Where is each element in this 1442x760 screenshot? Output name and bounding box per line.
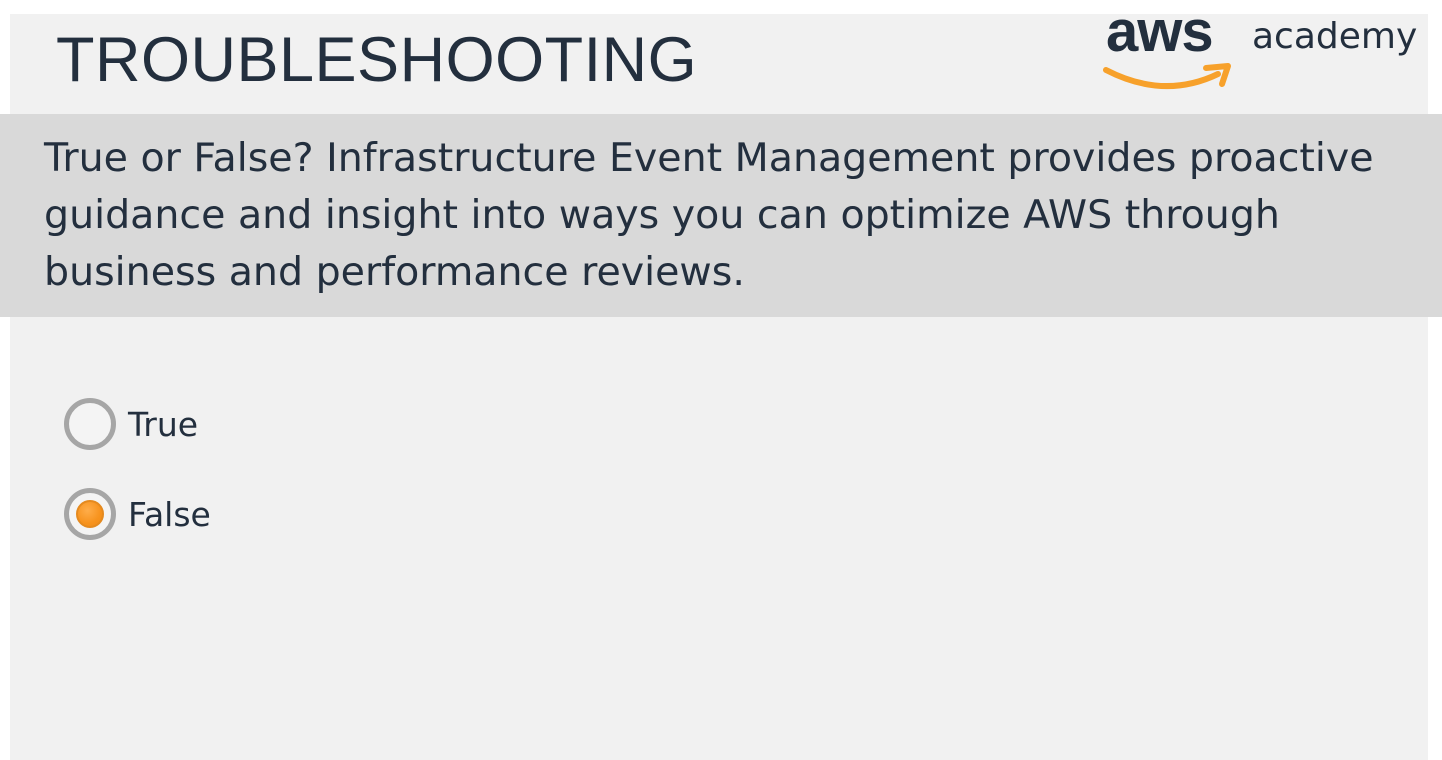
logo-aws-mark: aws [1106,0,1214,64]
aws-smile-icon [1103,63,1231,90]
option-false-label: False [128,494,211,534]
option-false[interactable]: False [64,488,211,540]
radio-selected-dot [76,500,104,528]
aws-academy-logo: aws academy [1098,0,1418,100]
option-true[interactable]: True [64,398,198,450]
question-text: True or False? Infrastructure Event Mana… [44,135,1374,295]
option-true-label: True [128,404,199,444]
radio-false[interactable] [64,488,116,540]
logo-academy-wordmark: academy [1252,16,1418,57]
radio-true[interactable] [64,398,116,450]
page-title: TROUBLESHOOTING [56,25,698,95]
